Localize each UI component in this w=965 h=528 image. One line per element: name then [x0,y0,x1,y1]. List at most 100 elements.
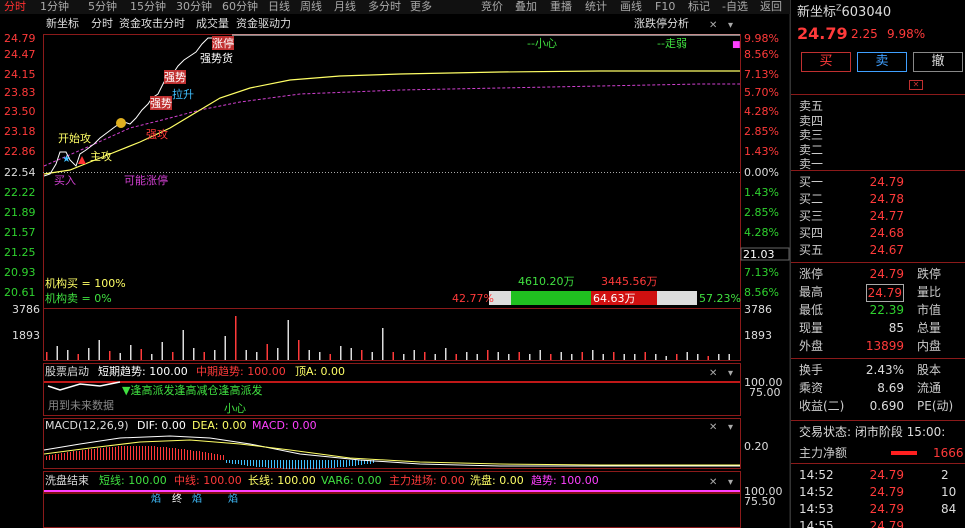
pct-tick: 8.56% [744,286,779,299]
tab-daily[interactable]: 日线 [268,0,290,14]
pct-tick: 1.43% [744,145,779,158]
tab-weekly[interactable]: 周线 [300,0,322,14]
tool-auction[interactable]: 竞价 [481,0,503,14]
svg-text:焰: 焰 [151,492,161,505]
svg-text:焰: 焰 [228,492,238,505]
macd-close-icon[interactable]: ✕ [709,422,717,433]
tab-30min[interactable]: 30分钟 [176,0,212,14]
volume-bar [508,354,510,360]
annot-zouruo: --走弱 [657,37,687,50]
pct-tick: 7.13% [744,266,779,279]
tab-60min[interactable]: 60分钟 [222,0,258,14]
macd-bar [310,460,311,469]
price-tick: 21.89 [4,206,36,219]
stat-row: 最低 22.39 市值 [799,303,942,317]
tool-replay[interactable]: 重播 [550,0,572,14]
tab-1min[interactable]: 1分钟 [40,0,69,14]
price-tick: 21.25 [4,246,36,259]
flow-sell-label: 机构卖 = 0% [45,291,112,305]
wash-expand-icon[interactable]: ▾ [728,477,733,488]
macd-bar [175,448,176,460]
sub1-line-white [47,381,121,391]
main-close-icon[interactable]: ✕ [709,20,717,31]
pct-tick: 2.85% [744,125,779,138]
macd-bar [292,460,293,469]
tab-monthly[interactable]: 月线 [334,0,356,14]
volume-bar [487,350,489,360]
price-tick: 23.83 [4,86,36,99]
stat2-row: 收益(二) 0.690 PE(动) [799,399,954,413]
svg-text:DEA: 0.00: DEA: 0.00 [192,419,246,432]
macd-bar [223,455,224,460]
tab-multi[interactable]: 多分时 [368,0,401,14]
sell-button[interactable]: 卖 [857,52,907,72]
macd-expand-icon[interactable]: ▾ [728,422,733,433]
close-icon[interactable]: ✕ [909,80,923,90]
tab-fenshi[interactable]: 分时 [4,0,26,14]
volume-bar [560,352,562,360]
macd-bar [295,460,296,469]
volume-bar [602,354,604,360]
volume-bar [77,354,79,360]
macd-bar [334,460,335,468]
svg-text:终: 终 [172,492,182,505]
volume-bar [434,354,436,360]
volume-bar [655,354,657,360]
macd-bar [247,460,248,466]
main-expand-icon[interactable]: ▾ [728,20,733,31]
buy-button[interactable]: 买 [801,52,851,72]
period-toolbar: 分时 1分钟 5分钟 15分钟 30分钟 60分钟 日线 周线 月线 多分时 更… [0,0,790,14]
tool-stats[interactable]: 统计 [585,0,607,14]
tool-overlay[interactable]: 叠加 [515,0,537,14]
volume-bar [361,350,363,360]
cancel-button[interactable]: 撤 [913,52,963,72]
tick-row: 14:52 24.79 2 [799,468,949,482]
annot-lasheng: 拉升 [172,87,194,101]
volume-bar [728,354,730,360]
svg-text:趋势: 100.00: 趋势: 100.00 [531,474,599,487]
tab-15min[interactable]: 15分钟 [130,0,166,14]
price-change-pct: 9.98% [887,27,926,41]
macd-bar [289,460,290,469]
tool-back[interactable]: 返回 [760,0,782,14]
volume-bar [718,354,720,360]
macd-bar [73,451,74,460]
macd-header: MACD(12,26,9) DIF: 0.00 DEA: 0.00 MACD: … [45,419,769,453]
sub1-close-icon[interactable]: ✕ [709,368,717,379]
volume-bar [539,350,541,360]
tool-draw[interactable]: 画线 [620,0,642,14]
volume-bar [382,328,384,360]
macd-bar [322,460,323,468]
macd-bar [205,452,206,460]
volume-bar [392,352,394,360]
volume-bar [466,352,468,360]
tool-f10[interactable]: F10 [655,0,675,14]
volume-bar [623,354,625,360]
last-price: 24.79 [797,24,848,43]
tab-more[interactable]: 更多 [410,0,432,14]
ma-line [43,83,740,167]
annot-zhugong: 主攻 [90,149,112,163]
volume-bar [665,356,667,360]
volume-bar [550,354,552,360]
macd-bar [85,450,86,460]
volume-bar [518,352,520,360]
wash-close-icon[interactable]: ✕ [709,477,717,488]
macd-bar [280,460,281,468]
svg-text:短期趋势: 100.00: 短期趋势: 100.00 [98,364,188,378]
macd-bar [208,453,209,460]
volume-bar [56,346,58,360]
sub1-expand-icon[interactable]: ▾ [728,368,733,379]
tool-mark[interactable]: 标记 [688,0,710,14]
macd-bar [184,449,185,460]
svg-text:焰: 焰 [192,492,202,505]
vol-top-label: 3786 [12,303,40,316]
intraday-chart[interactable]: 新坐标 分时 资金攻击分时 成交量 资金驱动力 涨跌停分析 ✕ ▾ 24.792… [0,14,790,528]
vol-right-mid: 1893 [744,329,772,342]
macd-bar [115,447,116,460]
tab-5min[interactable]: 5分钟 [88,0,117,14]
tool-watchlist[interactable]: -自选 [722,0,748,14]
macd-bar [79,451,80,460]
volume-bar [161,342,163,360]
annot-mairu: 买入 [54,174,76,187]
